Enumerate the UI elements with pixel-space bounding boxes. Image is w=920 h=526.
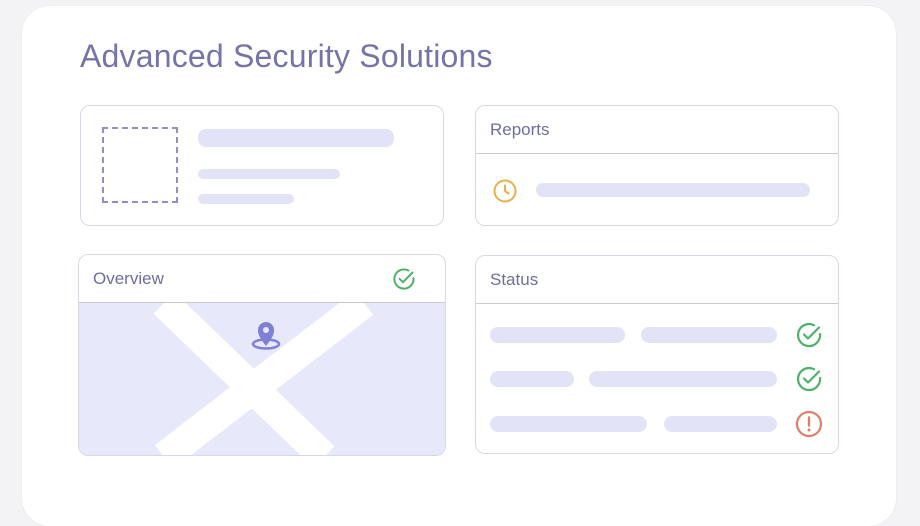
- placeholder-line: [490, 416, 647, 432]
- check-circle-icon: [796, 366, 822, 392]
- placeholder-line: [198, 169, 340, 179]
- clock-icon: [493, 179, 517, 203]
- status-header: Status: [476, 256, 838, 304]
- info-card[interactable]: [80, 105, 444, 226]
- overview-card[interactable]: Overview: [78, 254, 446, 456]
- placeholder-line: [641, 327, 777, 343]
- overview-label: Overview: [93, 268, 164, 288]
- reports-card[interactable]: Reports: [475, 105, 839, 226]
- placeholder-line: [490, 327, 625, 343]
- status-label: Status: [490, 269, 539, 289]
- placeholder-line: [536, 183, 810, 197]
- placeholder-line: [664, 416, 777, 432]
- check-circle-icon: [393, 267, 415, 290]
- status-card[interactable]: Status: [475, 255, 839, 454]
- placeholder-line: [490, 371, 574, 387]
- page-title: Advanced Security Solutions: [80, 38, 493, 74]
- reports-header: Reports: [476, 106, 838, 154]
- placeholder-line: [589, 371, 777, 387]
- placeholder-line: [198, 194, 294, 204]
- image-placeholder: [102, 127, 178, 203]
- alert-circle-icon: [795, 410, 823, 438]
- placeholder-line: [198, 129, 394, 147]
- location-pin-icon[interactable]: [248, 317, 284, 353]
- overview-header: Overview: [79, 255, 445, 303]
- reports-label: Reports: [490, 119, 550, 139]
- map-view[interactable]: [79, 303, 445, 455]
- check-circle-icon: [796, 322, 822, 348]
